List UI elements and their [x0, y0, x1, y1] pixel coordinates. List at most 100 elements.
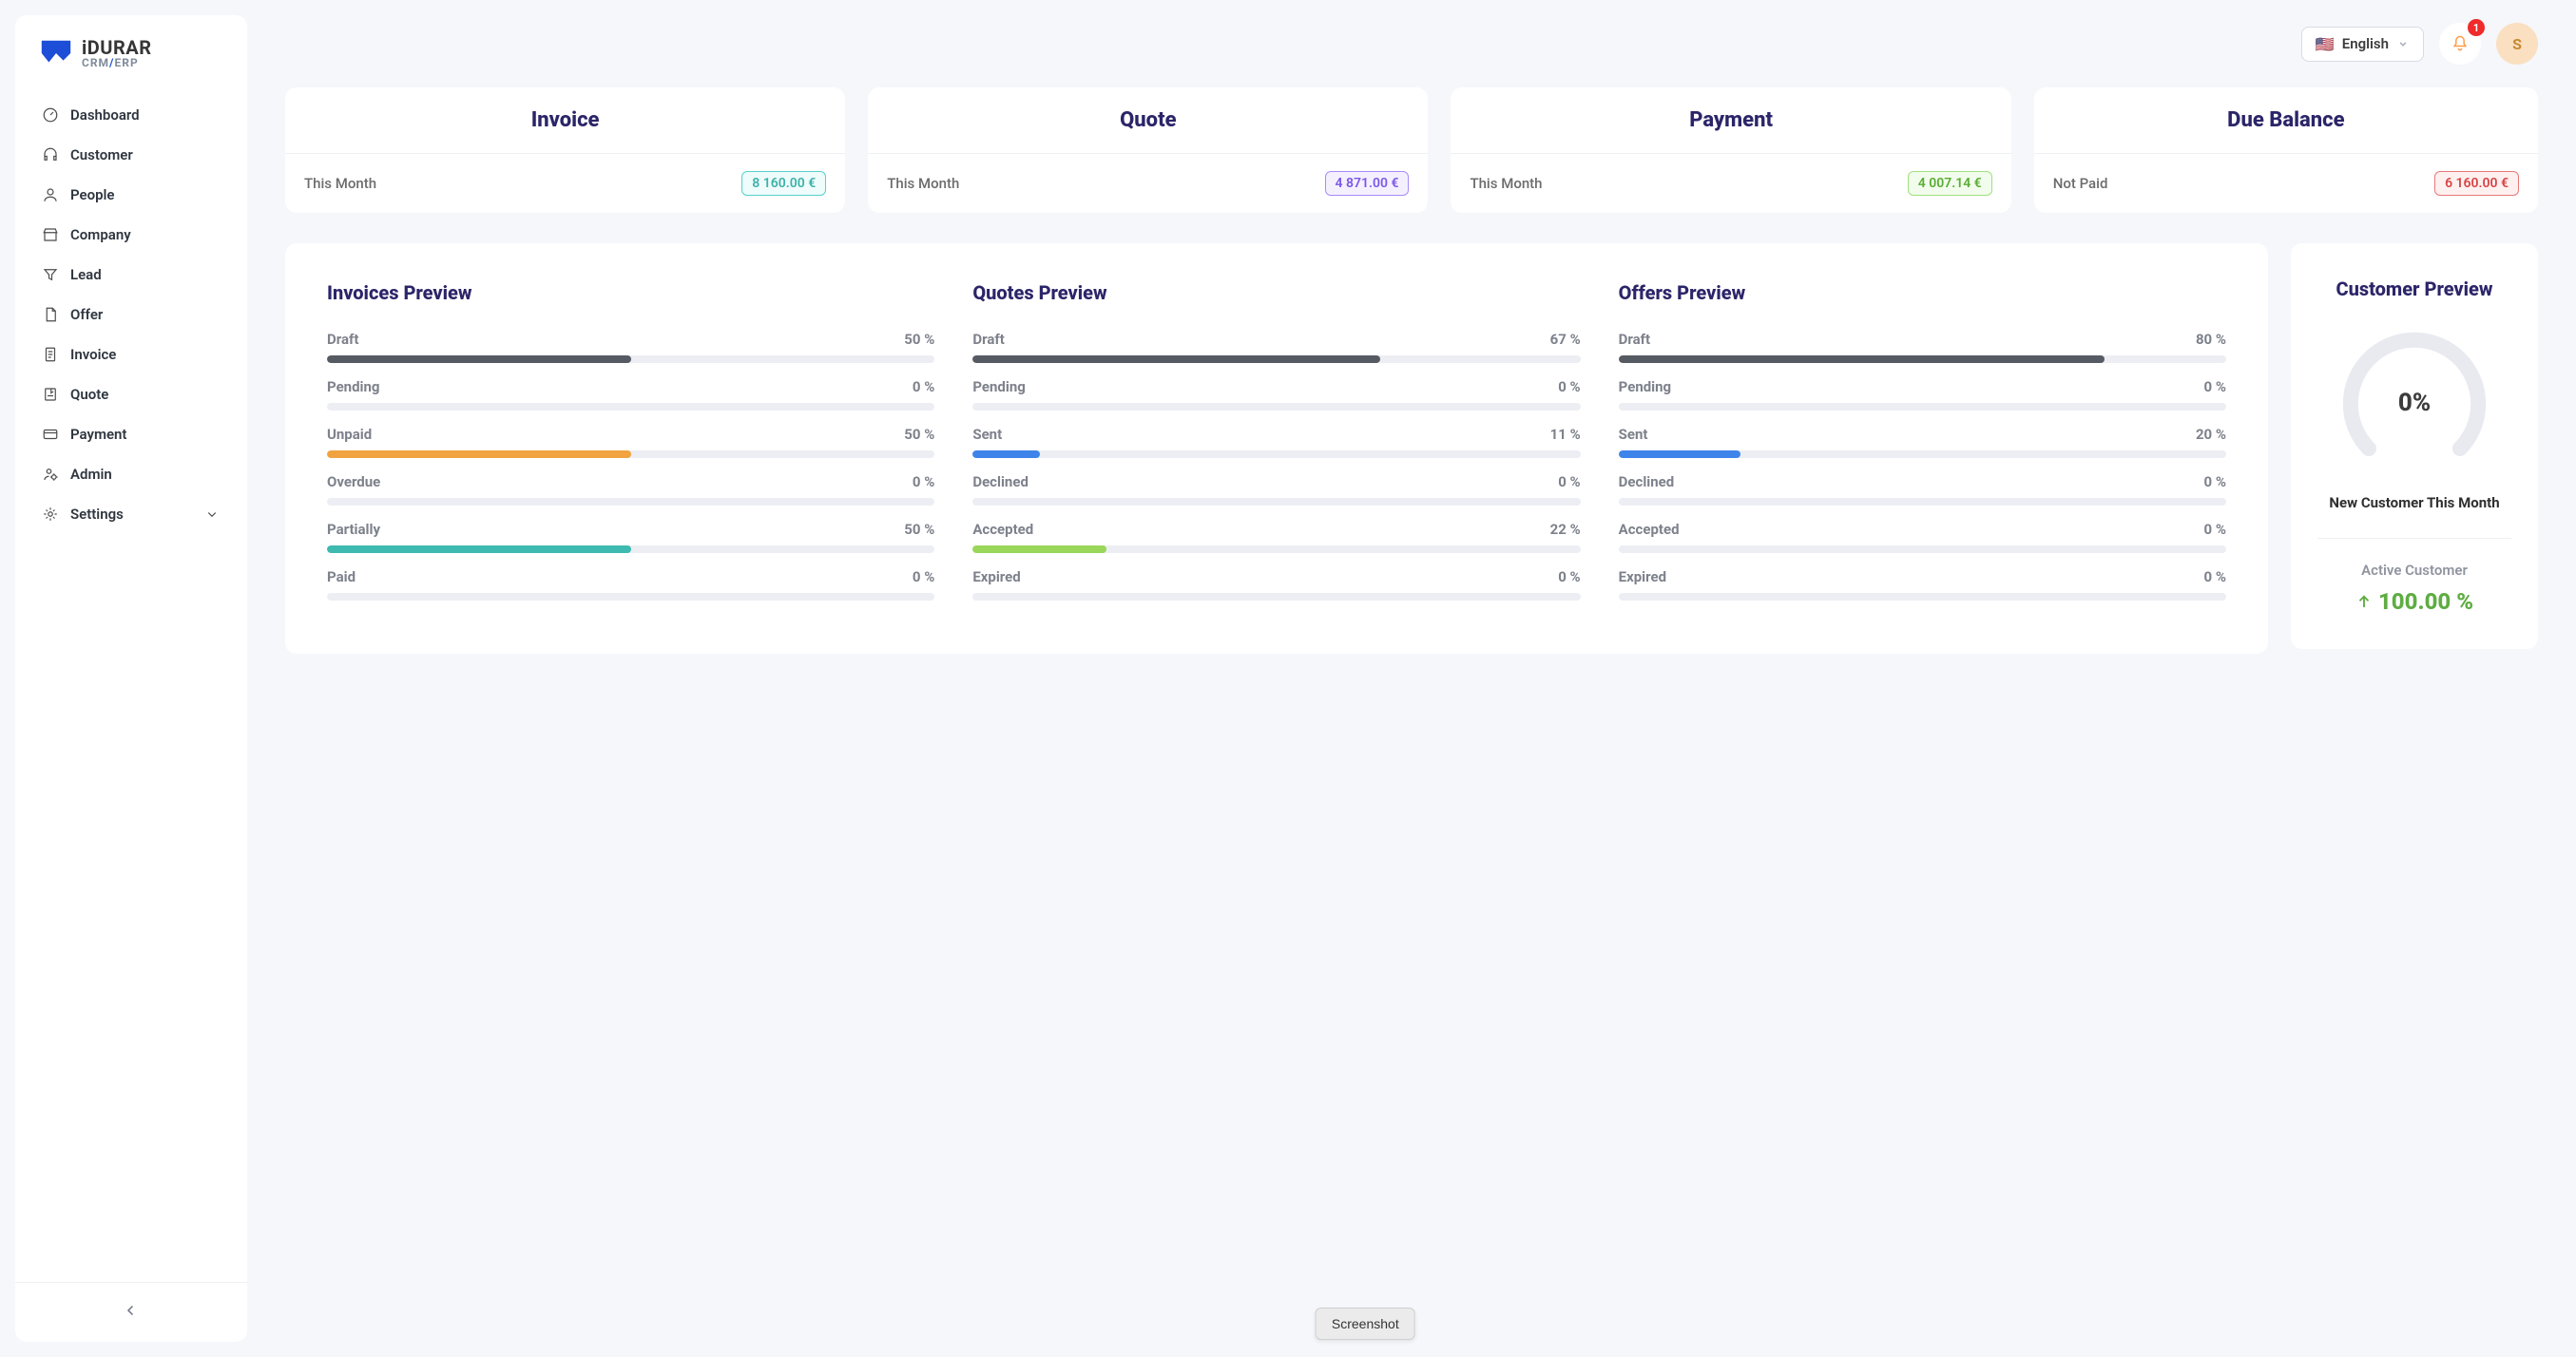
- metric-label: Pending: [972, 378, 1025, 395]
- progress-bar: [1619, 355, 2226, 363]
- metric-pct: 0 %: [913, 473, 934, 490]
- chevron-down-icon: [203, 506, 221, 523]
- metric-row: Expired 0 %: [1619, 568, 2226, 601]
- progress-bar: [972, 593, 1580, 601]
- invoice-icon: [42, 346, 59, 363]
- metric-row: Declined 0 %: [1619, 473, 2226, 506]
- stat-period: This Month: [304, 175, 376, 192]
- sidebar-item-payment[interactable]: Payment: [30, 414, 232, 454]
- stat-card-invoice: Invoice This Month 8 160.00 €: [285, 87, 845, 213]
- stat-title: Due Balance: [2034, 87, 2538, 153]
- progress-bar: [327, 545, 934, 553]
- active-customer-label: Active Customer: [2317, 562, 2511, 579]
- stat-amount: 8 160.00 €: [741, 171, 826, 196]
- metric-label: Draft: [327, 331, 358, 348]
- stat-amount: 4 871.00 €: [1325, 171, 1410, 196]
- stat-title: Invoice: [285, 87, 845, 153]
- progress-fill: [327, 545, 631, 553]
- arrow-up-icon: [2355, 593, 2373, 610]
- metric-label: Pending: [327, 378, 379, 395]
- sidebar-item-lead[interactable]: Lead: [30, 255, 232, 295]
- metric-label: Accepted: [1619, 521, 1680, 538]
- file-icon: [42, 306, 59, 323]
- progress-fill: [972, 355, 1379, 363]
- metric-pct: 50 %: [904, 426, 934, 443]
- sidebar-item-label: Customer: [70, 146, 133, 163]
- metric-row: Expired 0 %: [972, 568, 1580, 601]
- sidebar-item-label: Invoice: [70, 346, 116, 363]
- preview-title: Offers Preview: [1619, 281, 2226, 304]
- invoices-preview: Invoices Preview Draft 50 % Pending 0 % …: [327, 281, 934, 616]
- metric-row: Paid 0 %: [327, 568, 934, 601]
- sidebar-item-label: Offer: [70, 306, 103, 323]
- progress-bar: [327, 593, 934, 601]
- metric-row: Overdue 0 %: [327, 473, 934, 506]
- sidebar-item-company[interactable]: Company: [30, 215, 232, 255]
- sidebar-item-quote[interactable]: Quote: [30, 374, 232, 414]
- preview-list: Draft 67 % Pending 0 % Sent 11 % Decline…: [972, 331, 1580, 601]
- metric-pct: 0 %: [1558, 568, 1580, 585]
- sidebar-item-people[interactable]: People: [30, 175, 232, 215]
- admin-icon: [42, 466, 59, 483]
- language-selector[interactable]: 🇺🇸 English: [2301, 27, 2424, 62]
- gear-icon: [42, 506, 59, 523]
- gauge-value: 0%: [2338, 327, 2490, 479]
- brand-name: iDURAR: [82, 38, 152, 57]
- main: 🇺🇸 English 1 S Invoice This Month 8 160.…: [247, 0, 2576, 1357]
- stat-period: Not Paid: [2053, 175, 2108, 192]
- progress-bar: [1619, 593, 2226, 601]
- progress-bar: [1619, 545, 2226, 553]
- metric-pct: 0 %: [1558, 473, 1580, 490]
- sidebar-item-dashboard[interactable]: Dashboard: [30, 95, 232, 135]
- metric-label: Draft: [1619, 331, 1650, 348]
- sidebar-item-label: Company: [70, 226, 131, 243]
- progress-fill: [972, 450, 1039, 458]
- metric-row: Pending 0 %: [1619, 378, 2226, 411]
- quotes-preview: Quotes Preview Draft 67 % Pending 0 % Se…: [972, 281, 1580, 616]
- notifications-button[interactable]: 1: [2439, 23, 2481, 65]
- metric-pct: 0 %: [2204, 473, 2226, 490]
- headset-icon: [42, 146, 59, 163]
- previews-card: Invoices Preview Draft 50 % Pending 0 % …: [285, 243, 2268, 654]
- avatar[interactable]: S: [2496, 23, 2538, 65]
- metric-pct: 0 %: [913, 378, 934, 395]
- progress-fill: [972, 545, 1106, 553]
- nav: Dashboard Customer People Company Lead O…: [15, 87, 247, 1282]
- progress-bar: [972, 498, 1580, 506]
- metric-row: Accepted 0 %: [1619, 521, 2226, 553]
- metric-row: Declined 0 %: [972, 473, 1580, 506]
- gauge: 0%: [2338, 327, 2490, 479]
- metric-pct: 50 %: [904, 521, 934, 538]
- sidebar-item-admin[interactable]: Admin: [30, 454, 232, 494]
- metric-pct: 11 %: [1550, 426, 1581, 443]
- metric-label: Sent: [972, 426, 1002, 443]
- divider: [2317, 538, 2511, 539]
- metric-row: Draft 80 %: [1619, 331, 2226, 363]
- metric-row: Unpaid 50 %: [327, 426, 934, 458]
- screenshot-button[interactable]: Screenshot: [1316, 1308, 1415, 1340]
- sidebar-item-invoice[interactable]: Invoice: [30, 334, 232, 374]
- credit-card-icon: [42, 426, 59, 443]
- sidebar-item-settings[interactable]: Settings: [30, 494, 232, 534]
- sidebar-item-customer[interactable]: Customer: [30, 135, 232, 175]
- progress-bar: [972, 355, 1580, 363]
- active-customer-value: 100.00 %: [2317, 588, 2511, 615]
- dashboard-icon: [42, 106, 59, 124]
- metric-pct: 0 %: [1558, 378, 1580, 395]
- preview-title: Quotes Preview: [972, 281, 1580, 304]
- offers-preview: Offers Preview Draft 80 % Pending 0 % Se…: [1619, 281, 2226, 616]
- avatar-letter: S: [2512, 35, 2522, 53]
- metric-row: Sent 20 %: [1619, 426, 2226, 458]
- metric-label: Declined: [972, 473, 1028, 490]
- sidebar-collapse-button[interactable]: [15, 1282, 247, 1342]
- progress-bar: [327, 450, 934, 458]
- sidebar-item-offer[interactable]: Offer: [30, 295, 232, 334]
- logo[interactable]: iDURAR CRM/ERP: [15, 15, 247, 87]
- sidebar-item-label: Quote: [70, 386, 108, 403]
- metric-pct: 22 %: [1550, 521, 1581, 538]
- progress-bar: [972, 403, 1580, 411]
- shop-icon: [42, 226, 59, 243]
- progress-bar: [1619, 403, 2226, 411]
- metric-label: Paid: [327, 568, 356, 585]
- bell-icon: [2451, 34, 2470, 53]
